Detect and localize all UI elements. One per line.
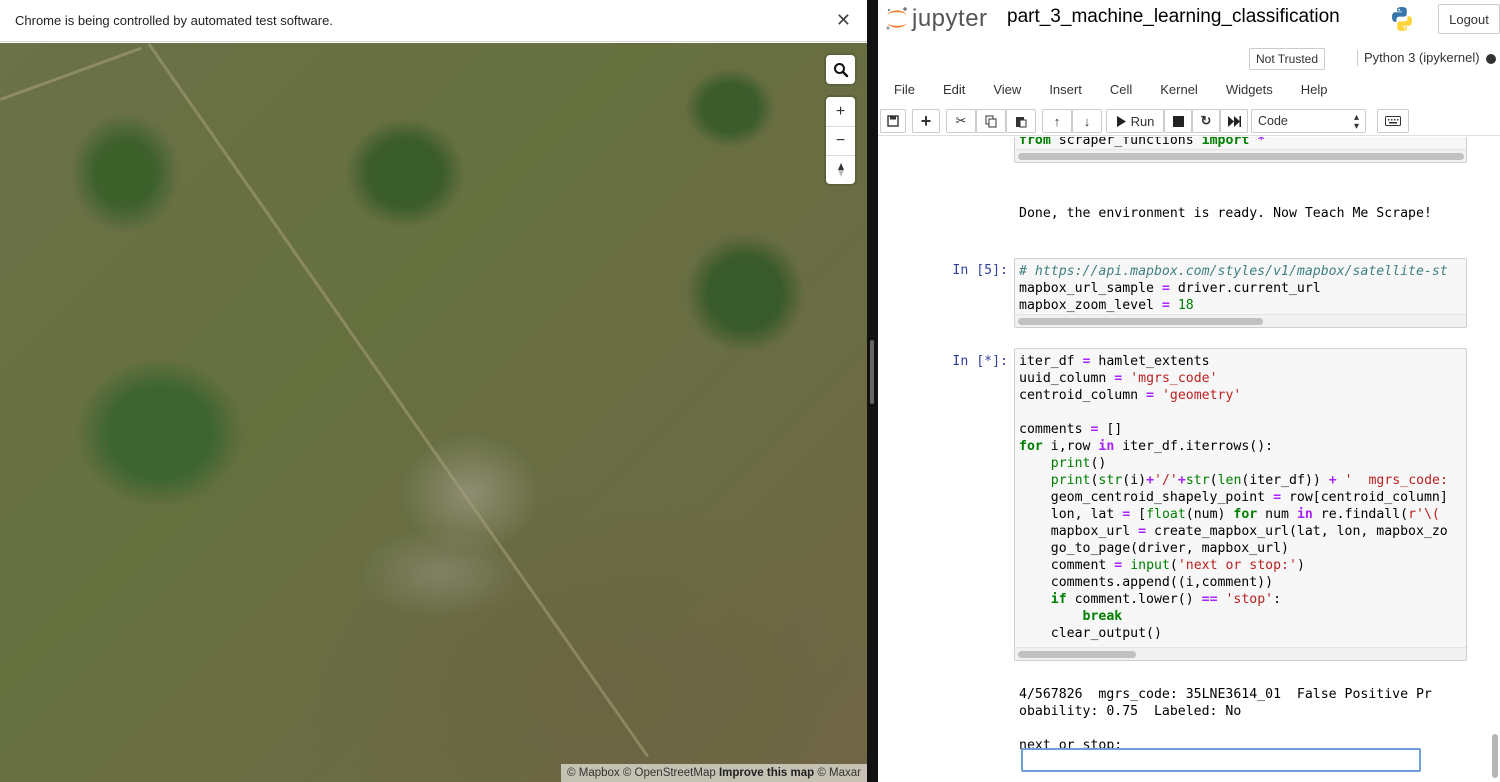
output-line: 4/567826 mgrs_code: 35LNE3614_01 False P… [1019, 687, 1432, 702]
save-icon [887, 115, 899, 127]
scrollbar-thumb[interactable] [1492, 734, 1498, 778]
horizontal-scrollbar[interactable] [1015, 647, 1466, 660]
attribution-mapbox[interactable]: © Mapbox [567, 767, 620, 779]
notebook-container: from scraper_functions import * Done, th… [878, 137, 1490, 782]
save-button[interactable] [880, 109, 906, 133]
map-attribution: © Mapbox © OpenStreetMap Improve this ma… [561, 764, 867, 782]
jupyter-header: jupyter part_3_machine_learning_classifi… [878, 0, 1500, 42]
jupyter-window: jupyter part_3_machine_learning_classifi… [878, 0, 1500, 782]
paste-icon [1016, 116, 1027, 127]
jupyter-logo-text: jupyter [912, 5, 988, 32]
restart-button[interactable]: ↻ [1192, 109, 1220, 133]
move-up-button[interactable]: ↑ [1042, 109, 1072, 133]
browser-window: Chrome is being controlled by automated … [0, 0, 867, 782]
code-input[interactable]: # https://api.mapbox.com/styles/v1/mapbo… [1015, 259, 1466, 314]
command-palette-button[interactable] [1377, 109, 1409, 133]
menu-widgets[interactable]: Widgets [1212, 82, 1287, 97]
cell-output: 4/567826 mgrs_code: 35LNE3614_01 False P… [1019, 686, 1432, 754]
stdin-input[interactable] [1021, 748, 1421, 772]
map-search-control [826, 55, 855, 84]
satellite-map[interactable]: + − © Mapbox © OpenStreetMap Improve thi… [0, 43, 867, 782]
notebook-title[interactable]: part_3_machine_learning_classification [1007, 6, 1340, 28]
search-icon[interactable] [826, 55, 855, 84]
attribution-osm[interactable]: © OpenStreetMap [623, 767, 716, 779]
code-cell[interactable]: # https://api.mapbox.com/styles/v1/mapbo… [1014, 258, 1467, 328]
run-label: Run [1130, 113, 1155, 129]
kernel-busy-indicator [1486, 54, 1496, 64]
compass-icon[interactable] [826, 155, 855, 184]
notebook-vertical-scrollbar[interactable] [1490, 137, 1500, 782]
interrupt-button[interactable] [1164, 109, 1192, 133]
python-logo-icon [1392, 7, 1412, 31]
arrow-up-icon: ↑ [1053, 113, 1061, 129]
move-down-button[interactable]: ↓ [1072, 109, 1102, 133]
code-input[interactable]: from scraper_functions import * [1015, 137, 1466, 149]
keyboard-icon [1385, 116, 1401, 126]
run-button[interactable]: Run [1106, 109, 1164, 133]
cell-type-select[interactable]: Code ▴ ▾ [1251, 109, 1366, 133]
stop-icon [1172, 115, 1184, 127]
copy-icon [985, 115, 997, 127]
zoom-in-button[interactable]: + [826, 97, 855, 126]
code-cell[interactable]: from scraper_functions import * [1014, 137, 1467, 163]
code-line: mapbox_zoom_level = 18 [1019, 298, 1194, 313]
jupyter-logo-icon [886, 7, 907, 30]
jupyter-logo[interactable]: jupyter [884, 5, 988, 33]
logout-button[interactable]: Logout [1438, 4, 1500, 34]
close-icon[interactable]: ✕ [836, 10, 851, 31]
scissors-icon: ✂ [955, 113, 967, 128]
fast-forward-icon [1227, 115, 1241, 127]
code-line: scraper_functions [1058, 137, 1194, 148]
restart-run-all-button[interactable] [1220, 109, 1248, 133]
menu-kernel[interactable]: Kernel [1146, 82, 1212, 97]
restart-icon: ↻ [1200, 113, 1212, 128]
output-line: obability: 0.75 Labeled: No [1019, 704, 1242, 719]
menu-bar: File Edit View Insert Cell Kernel Widget… [878, 76, 1500, 102]
cut-button[interactable]: ✂ [946, 109, 976, 133]
menu-help[interactable]: Help [1287, 82, 1342, 97]
horizontal-scrollbar[interactable] [1015, 149, 1466, 162]
trusted-badge[interactable]: Not Trusted [1249, 48, 1326, 70]
play-icon [1116, 115, 1126, 127]
map-trail [147, 43, 650, 758]
divider-grip[interactable] [870, 340, 874, 404]
automation-infobar: Chrome is being controlled by automated … [0, 0, 867, 42]
code-line: mapbox_url_sample = driver.current_url [1019, 281, 1321, 296]
arrow-down-icon: ↓ [1083, 113, 1091, 129]
map-trail [0, 46, 142, 101]
infobar-text: Chrome is being controlled by automated … [15, 13, 333, 28]
insert-cell-button[interactable]: + [912, 109, 940, 133]
menu-file[interactable]: File [878, 82, 929, 97]
window-divider[interactable] [867, 0, 878, 782]
attribution-maxar[interactable]: © Maxar [817, 767, 861, 779]
code-input[interactable]: iter_df = hamlet_extents uuid_column = '… [1015, 349, 1466, 642]
cell-prompt: In [5]: [952, 263, 1008, 278]
cell-prompt: In [*]: [952, 354, 1008, 369]
horizontal-scrollbar[interactable] [1015, 314, 1466, 327]
plus-icon: + [920, 110, 932, 131]
select-arrows-icon: ▴ ▾ [1353, 112, 1359, 132]
paste-button[interactable] [1006, 109, 1036, 133]
kernel-name: Python 3 (ipykernel) [1357, 50, 1480, 66]
cell-type-value: Code [1258, 114, 1288, 128]
menu-edit[interactable]: Edit [929, 82, 979, 97]
code-line: # https://api.mapbox.com/styles/v1/mapbo… [1019, 264, 1448, 279]
map-navigation-control: + − [826, 97, 855, 184]
cell-output: Done, the environment is ready. Now Teac… [1019, 206, 1432, 221]
copy-button[interactable] [976, 109, 1006, 133]
improve-map-link[interactable]: Improve this map [719, 767, 814, 779]
zoom-out-button[interactable]: − [826, 126, 855, 155]
notebook-toolbar: + ✂ ↑ ↓ Run ↻ Code ▴ ▾ [878, 106, 1500, 136]
code-cell-running[interactable]: iter_df = hamlet_extents uuid_column = '… [1014, 348, 1467, 661]
menu-cell[interactable]: Cell [1096, 82, 1146, 97]
menu-insert[interactable]: Insert [1035, 82, 1096, 97]
menu-view[interactable]: View [979, 82, 1035, 97]
